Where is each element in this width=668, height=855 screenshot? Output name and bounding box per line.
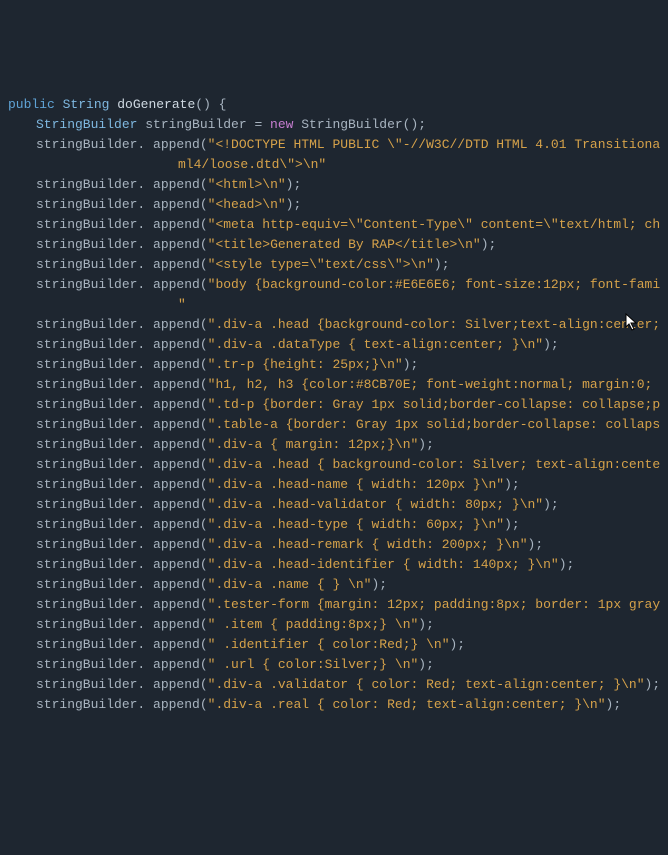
code-line: stringBuilder. append(".div-a .name { } … bbox=[8, 575, 660, 595]
code-line: stringBuilder. append(".div-a .head-rema… bbox=[8, 535, 660, 555]
code-line: stringBuilder. append(".div-a .real { co… bbox=[8, 695, 660, 715]
code-line: stringBuilder. append(".div-a { margin: … bbox=[8, 435, 660, 455]
code-line: stringBuilder. append(" .url { color:Sil… bbox=[8, 655, 660, 675]
keyword-public: public bbox=[8, 97, 55, 112]
code-line: stringBuilder. append(".tr-p {height: 25… bbox=[8, 355, 660, 375]
code-line: stringBuilder. append(".div-a .head-type… bbox=[8, 515, 660, 535]
code-line: stringBuilder. append(".div-a .head-vali… bbox=[8, 495, 660, 515]
code-line: stringBuilder. append(" .item { padding:… bbox=[8, 615, 660, 635]
type-string: String bbox=[63, 97, 110, 112]
code-line: stringBuilder. append(".div-a .head-iden… bbox=[8, 555, 660, 575]
code-line: stringBuilder. append(".div-a .head { ba… bbox=[8, 455, 660, 475]
code-line: stringBuilder. append("<html>\n"); bbox=[8, 175, 660, 195]
code-line: public String doGenerate() { bbox=[8, 95, 660, 115]
code-line: stringBuilder. append(".div-a .head {bac… bbox=[8, 315, 660, 335]
code-line: StringBuilder stringBuilder = new String… bbox=[8, 115, 660, 135]
code-line: stringBuilder. append(".table-a {border:… bbox=[8, 415, 660, 435]
code-line: ml4/loose.dtd\">\n" bbox=[8, 155, 660, 175]
code-line: stringBuilder. append("<title>Generated … bbox=[8, 235, 660, 255]
code-line: " bbox=[8, 295, 660, 315]
code-line: stringBuilder. append("<head>\n"); bbox=[8, 195, 660, 215]
code-line: stringBuilder. append("<meta http-equiv=… bbox=[8, 215, 660, 235]
code-line: stringBuilder. append(".td-p {border: Gr… bbox=[8, 395, 660, 415]
code-line: stringBuilder. append("h1, h2, h3 {color… bbox=[8, 375, 660, 395]
code-line: stringBuilder. append(".div-a .head-name… bbox=[8, 475, 660, 495]
method-name: doGenerate bbox=[117, 97, 195, 112]
code-line: stringBuilder. append(".tester-form {mar… bbox=[8, 595, 660, 615]
code-line: stringBuilder. append(".div-a .validator… bbox=[8, 675, 660, 695]
code-line: stringBuilder. append(" .identifier { co… bbox=[8, 635, 660, 655]
code-line: stringBuilder. append("body {background-… bbox=[8, 275, 660, 295]
code-line: stringBuilder. append(".div-a .dataType … bbox=[8, 335, 660, 355]
code-editor[interactable]: public String doGenerate() {StringBuilde… bbox=[8, 95, 660, 715]
code-line: stringBuilder. append("<style type=\"tex… bbox=[8, 255, 660, 275]
code-line: stringBuilder. append("<!DOCTYPE HTML PU… bbox=[8, 135, 660, 155]
